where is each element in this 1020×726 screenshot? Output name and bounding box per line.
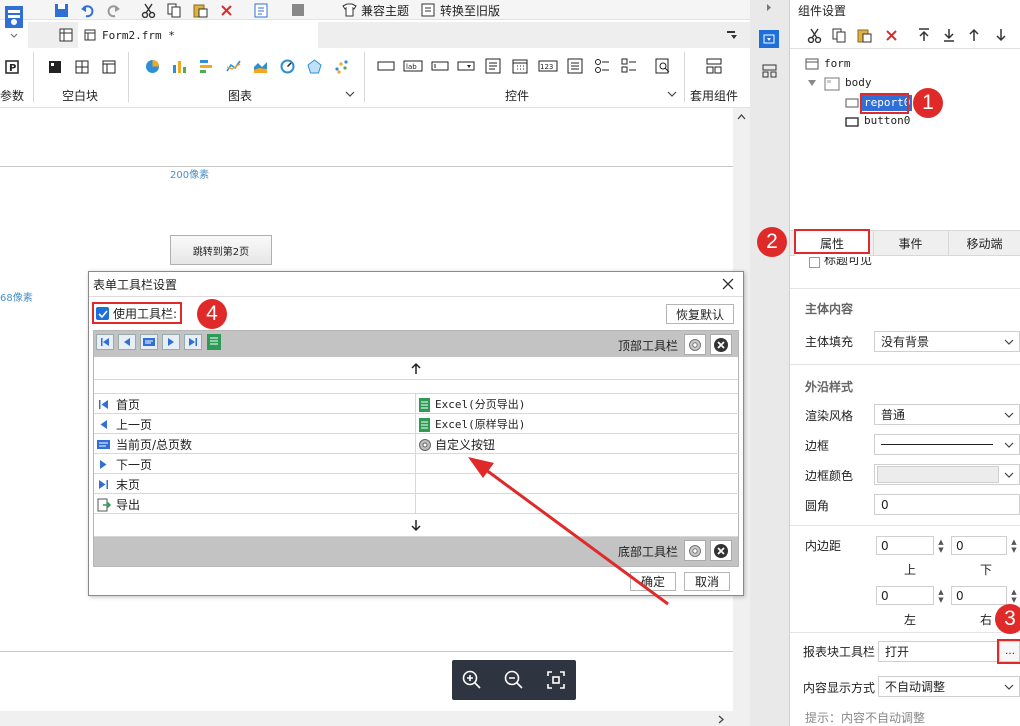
annotation-badge-1: 1 [913,88,943,118]
annotation-box-more-button [997,639,1020,664]
annotation-badge-4: 4 [197,299,227,329]
annotation-box-use-toolbar [92,302,182,324]
annotation-badge-2: 2 [757,227,787,257]
annotation-arrow-head [468,457,494,478]
annotation-box-report0 [860,93,909,114]
annotation-box-tab-attributes [794,229,870,254]
annotation-badge-3: 3 [995,604,1020,634]
annotation-arrow-line [477,462,669,606]
